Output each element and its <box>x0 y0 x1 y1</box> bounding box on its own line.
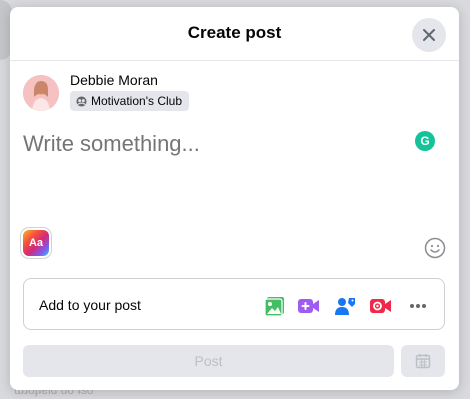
emoji-button[interactable] <box>424 237 446 259</box>
close-button[interactable] <box>412 18 446 52</box>
audience-label: Motivation's Club <box>91 94 182 108</box>
group-icon <box>76 95 87 107</box>
dialog-title: Create post <box>187 23 282 42</box>
tag-people-icon <box>335 298 355 315</box>
schedule-button[interactable] <box>401 345 445 377</box>
live-video-icon <box>370 299 391 313</box>
more-options-button[interactable] <box>406 294 430 318</box>
close-icon <box>423 29 435 41</box>
post-button[interactable]: Post <box>23 345 394 377</box>
post-text-input[interactable] <box>23 131 403 157</box>
video-camera-button[interactable] <box>297 294 321 318</box>
add-to-post-label: Add to your post <box>39 297 141 313</box>
audience-selector[interactable]: Motivation's Club <box>70 91 189 111</box>
create-post-dialog: Create post Debbie Moran Motivation's Cl… <box>10 7 459 390</box>
photo-video-icon <box>264 297 284 317</box>
more-icon <box>410 304 426 308</box>
tag-people-button[interactable] <box>333 294 357 318</box>
photo-video-button[interactable] <box>263 294 287 318</box>
user-name[interactable]: Debbie Moran <box>70 72 158 88</box>
add-to-post-bar: Add to your post <box>23 278 445 330</box>
emoji-icon <box>424 237 446 259</box>
dialog-header: Create post <box>10 7 459 61</box>
live-video-button[interactable] <box>369 294 393 318</box>
calendar-icon <box>415 354 431 369</box>
video-camera-icon <box>298 299 319 313</box>
grammarly-button[interactable]: G <box>415 131 435 151</box>
avatar[interactable] <box>23 75 59 111</box>
background-style-button[interactable]: Aa <box>23 230 49 256</box>
